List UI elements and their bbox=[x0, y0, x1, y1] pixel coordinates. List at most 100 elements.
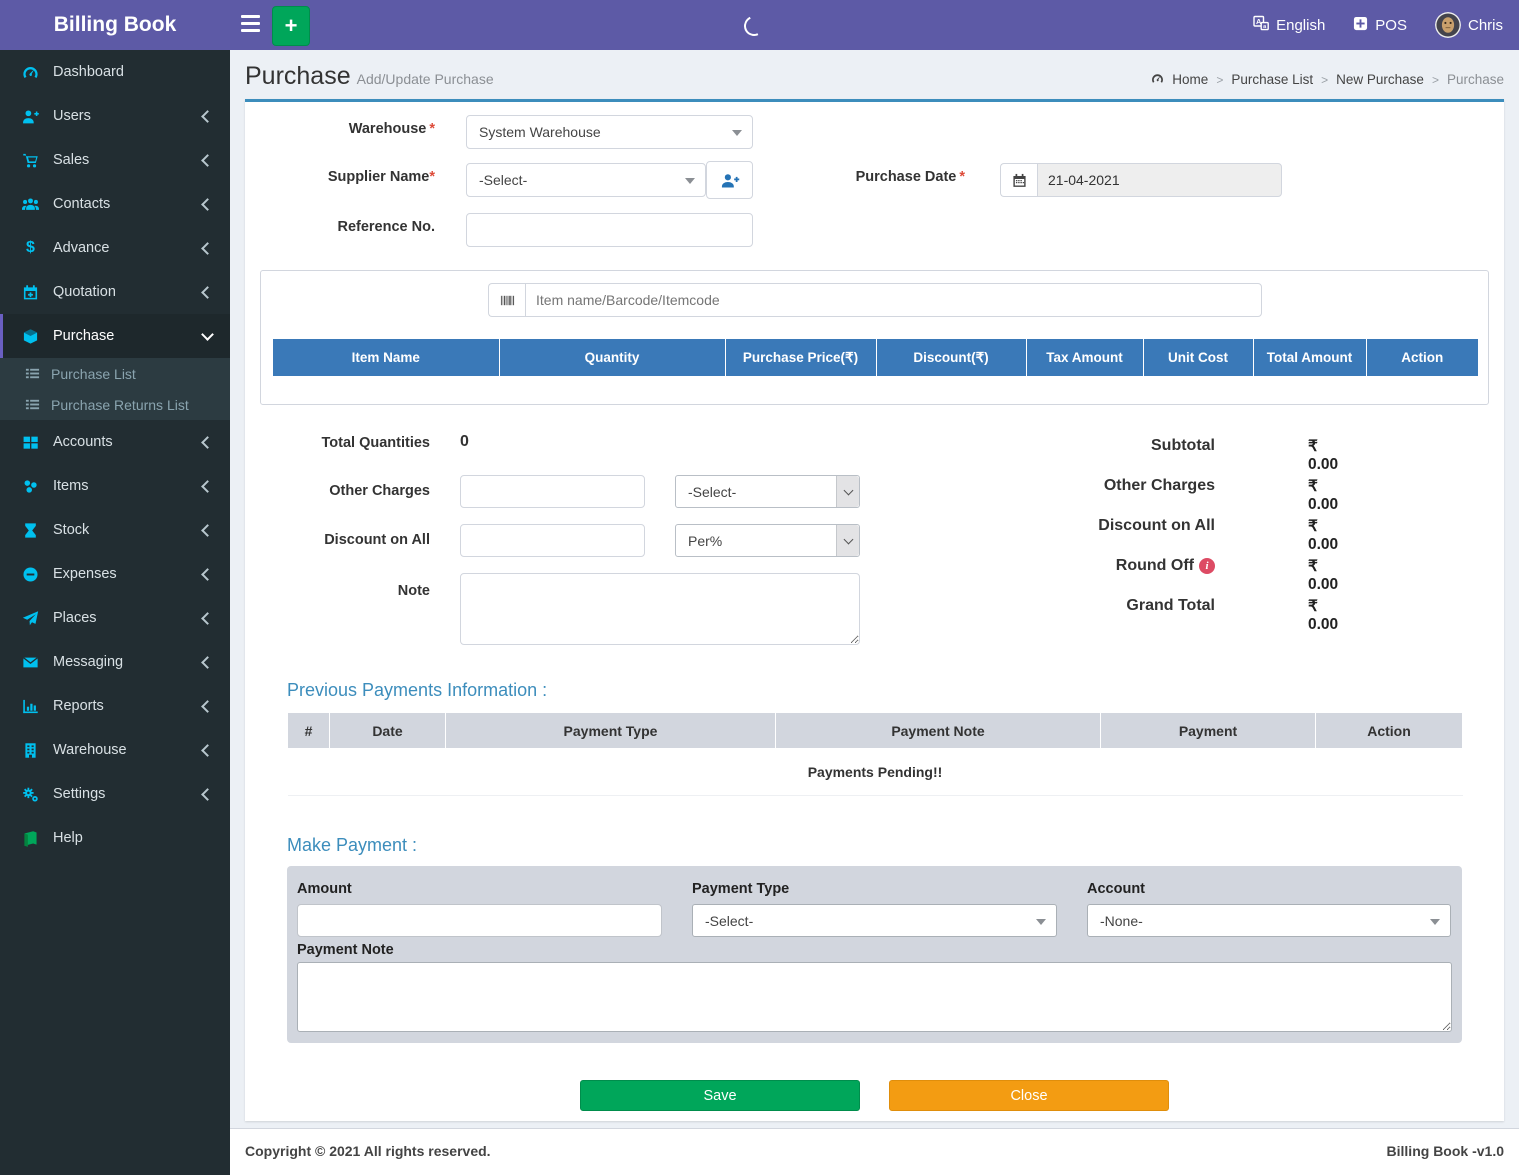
chevron-down-icon bbox=[201, 327, 214, 341]
grid-icon bbox=[22, 434, 39, 451]
payment-note-textarea[interactable] bbox=[297, 962, 1452, 1032]
warehouse-select[interactable]: System Warehouse bbox=[466, 115, 753, 149]
account-select[interactable]: -None- bbox=[1087, 904, 1451, 937]
col-action: Action bbox=[1366, 339, 1478, 376]
sidebar-item-contacts[interactable]: Contacts bbox=[0, 182, 230, 226]
pay-col-number: # bbox=[287, 713, 330, 749]
chevron-left-icon bbox=[201, 197, 214, 211]
loading-spinner-icon bbox=[741, 13, 767, 39]
user-plus-icon bbox=[22, 108, 39, 125]
required-asterisk: * bbox=[959, 169, 965, 185]
sidebar-item-places[interactable]: Places bbox=[0, 596, 230, 640]
pos-menu[interactable]: POS bbox=[1353, 16, 1407, 35]
page-title-text: Purchase bbox=[245, 62, 351, 90]
warehouse-label: Warehouse * bbox=[348, 121, 435, 137]
user-menu[interactable]: Chris bbox=[1434, 12, 1503, 38]
minus-circle-icon bbox=[22, 566, 39, 583]
sidebar-item-users[interactable]: Users bbox=[0, 94, 230, 138]
discount-on-all-input[interactable] bbox=[460, 524, 645, 557]
breadcrumb-separator: > bbox=[1431, 72, 1439, 87]
sidebar-item-stock[interactable]: Stock bbox=[0, 508, 230, 552]
sidebar-item-label: Dashboard bbox=[53, 64, 124, 80]
sidebar-item-purchase-list[interactable]: Purchase List bbox=[0, 358, 230, 389]
save-button[interactable]: Save bbox=[580, 1080, 860, 1111]
breadcrumb-home[interactable]: Home bbox=[1172, 72, 1208, 87]
purchase-date-label: Purchase Date * bbox=[855, 169, 965, 185]
sidebar-item-label: Accounts bbox=[53, 434, 113, 450]
hamburger-menu-icon[interactable] bbox=[241, 15, 261, 35]
home-icon bbox=[1151, 72, 1164, 87]
breadcrumb-purchase-list[interactable]: Purchase List bbox=[1231, 72, 1313, 87]
chevron-left-icon bbox=[201, 743, 214, 757]
sidebar-item-label: Users bbox=[53, 108, 91, 124]
sidebar-item-accounts[interactable]: Accounts bbox=[0, 420, 230, 464]
pay-col-action: Action bbox=[1315, 713, 1463, 749]
chevron-left-icon bbox=[201, 435, 214, 449]
col-total-amount: Total Amount bbox=[1253, 339, 1367, 376]
chevron-left-icon bbox=[201, 479, 214, 493]
chevron-left-icon bbox=[201, 109, 214, 123]
chevron-left-icon bbox=[201, 787, 214, 801]
sidebar-item-label: Quotation bbox=[53, 284, 116, 300]
payment-note-label: Payment Note bbox=[297, 942, 394, 958]
sidebar-item-sales[interactable]: Sales bbox=[0, 138, 230, 182]
note-textarea[interactable] bbox=[460, 573, 860, 645]
info-icon[interactable]: i bbox=[1199, 558, 1215, 574]
purchase-form-card: Warehouse * System Warehouse Supplier Nam… bbox=[245, 99, 1504, 1121]
other-charges-label: Other Charges bbox=[329, 483, 430, 499]
totals-section: Total Quantities 0 Other Charges -Select… bbox=[245, 423, 1504, 663]
other-charges-total-value: ₹ 0.00 bbox=[1308, 478, 1339, 513]
contacts-group-icon bbox=[22, 196, 39, 213]
discount-on-all-select[interactable]: Per% bbox=[675, 524, 860, 557]
help-book-icon bbox=[22, 830, 39, 847]
sidebar-item-reports[interactable]: Reports bbox=[0, 684, 230, 728]
sidebar-item-expenses[interactable]: Expenses bbox=[0, 552, 230, 596]
account-label: Account bbox=[1087, 881, 1145, 897]
total-quantities-label: Total Quantities bbox=[321, 435, 431, 451]
sidebar-item-dashboard[interactable]: Dashboard bbox=[0, 50, 230, 94]
chevron-left-icon bbox=[201, 285, 214, 299]
supplier-name-label: Supplier Name* bbox=[327, 169, 435, 185]
pos-plus-icon bbox=[1353, 16, 1368, 35]
dashboard-icon bbox=[22, 64, 39, 81]
sidebar-item-label: Help bbox=[53, 830, 83, 846]
chevron-left-icon bbox=[201, 523, 214, 537]
payments-table: # Date Payment Type Payment Note Payment… bbox=[287, 713, 1463, 796]
page-title: Purchase Add/Update Purchase bbox=[245, 62, 494, 91]
breadcrumb-new-purchase[interactable]: New Purchase bbox=[1336, 72, 1424, 87]
gears-icon bbox=[22, 786, 39, 803]
required-asterisk: * bbox=[429, 121, 435, 137]
language-menu[interactable]: Aa English bbox=[1253, 15, 1325, 35]
payment-type-select[interactable]: -Select- bbox=[692, 904, 1057, 937]
other-charges-input[interactable] bbox=[460, 475, 645, 508]
items-table: Item Name Quantity Purchase Price(₹) Dis… bbox=[273, 339, 1478, 376]
sidebar-item-items[interactable]: Items bbox=[0, 464, 230, 508]
reference-no-input[interactable] bbox=[466, 213, 753, 247]
page-subtitle: Add/Update Purchase bbox=[356, 71, 494, 87]
chevron-left-icon bbox=[201, 567, 214, 581]
col-purchase-price: Purchase Price(₹) bbox=[725, 339, 877, 376]
sidebar-item-purchase-returns-list[interactable]: Purchase Returns List bbox=[0, 389, 230, 420]
col-quantity: Quantity bbox=[499, 339, 726, 376]
footer: Copyright © 2021 All rights reserved. Bi… bbox=[230, 1128, 1519, 1175]
sidebar-item-advance[interactable]: $ Advance bbox=[0, 226, 230, 270]
payment-type-label: Payment Type bbox=[692, 881, 790, 897]
sidebar-item-warehouse[interactable]: Warehouse bbox=[0, 728, 230, 772]
warehouse-selected-value: System Warehouse bbox=[479, 124, 601, 140]
sidebar-item-help[interactable]: Help bbox=[0, 816, 230, 860]
sidebar-item-settings[interactable]: Settings bbox=[0, 772, 230, 816]
app-logo[interactable]: Billing Book bbox=[0, 0, 230, 50]
sidebar-item-purchase[interactable]: Purchase bbox=[0, 314, 230, 358]
user-avatar bbox=[1434, 12, 1461, 38]
sidebar-item-quotation[interactable]: Quotation bbox=[0, 270, 230, 314]
sidebar-item-messaging[interactable]: Messaging bbox=[0, 640, 230, 684]
purchase-date-input[interactable] bbox=[1037, 163, 1282, 197]
quick-add-button[interactable]: + bbox=[272, 6, 310, 46]
other-charges-select[interactable]: -Select- bbox=[675, 475, 860, 508]
amount-input[interactable] bbox=[297, 904, 662, 937]
calendar-icon[interactable] bbox=[1000, 163, 1037, 197]
item-search-input[interactable] bbox=[525, 283, 1262, 317]
close-button[interactable]: Close bbox=[889, 1080, 1169, 1111]
top-navbar: Billing Book + Aa English POS Chris bbox=[0, 0, 1519, 50]
envelope-icon bbox=[22, 654, 39, 671]
